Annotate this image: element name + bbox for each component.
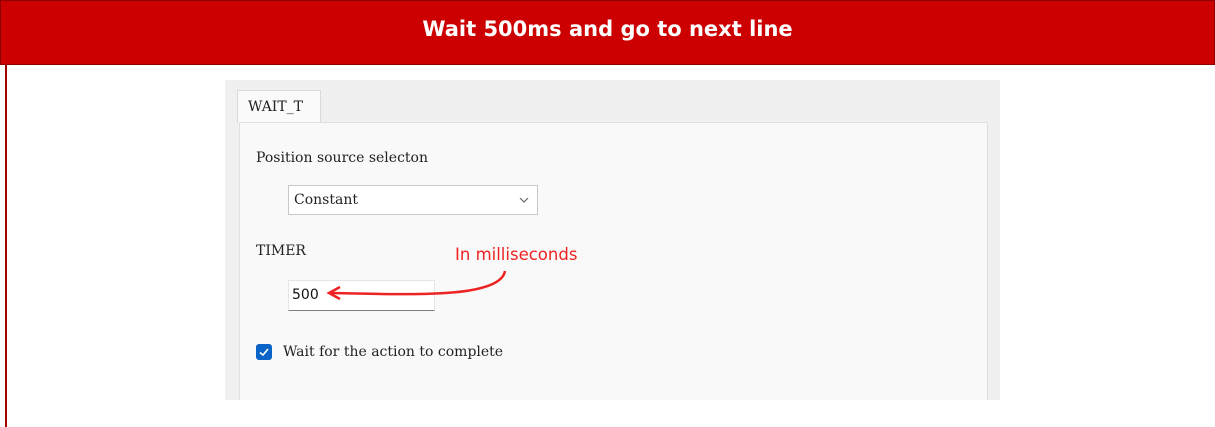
annotation-arrow: [326, 270, 507, 301]
